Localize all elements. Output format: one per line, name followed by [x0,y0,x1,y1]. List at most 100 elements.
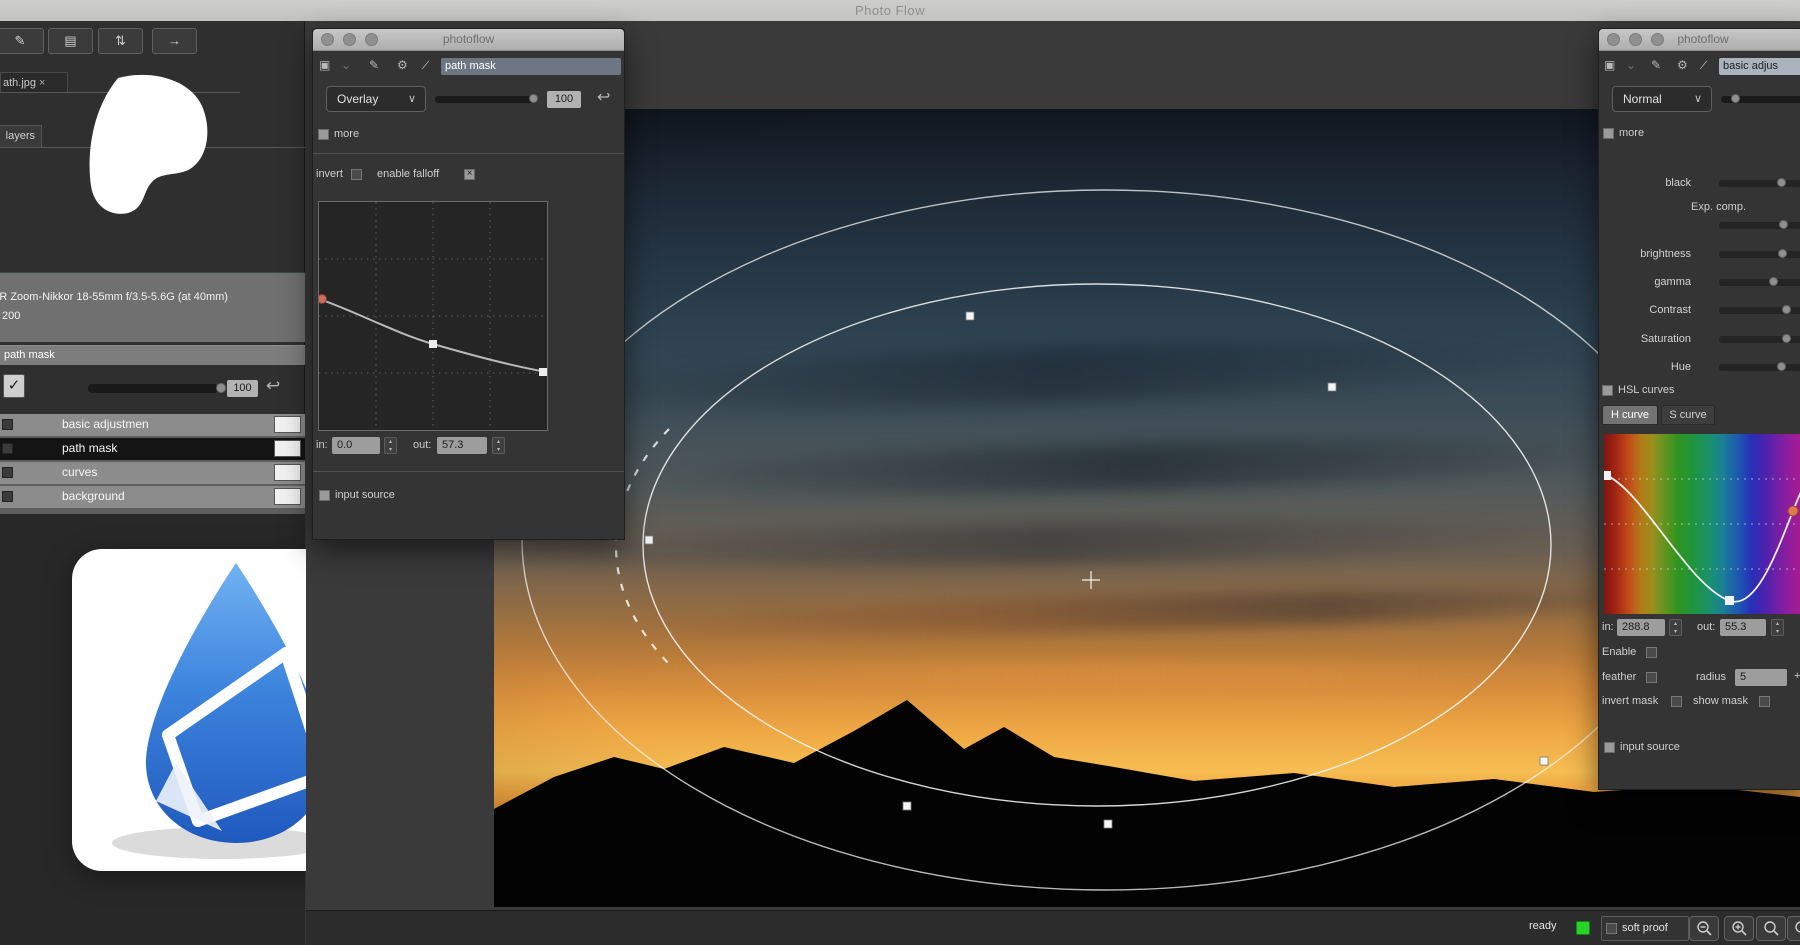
hue-curve-line[interactable] [1606,475,1800,602]
curve-point[interactable] [1725,596,1734,605]
layers-panel-tab[interactable]: layers [0,125,42,147]
history-icon[interactable]: ⌄ [1626,58,1636,72]
layer-visibility-icon[interactable] [2,443,13,454]
exp-comp-slider-handle[interactable] [1779,220,1788,229]
black-slider-handle[interactable] [1777,178,1786,187]
toolbar-export-button[interactable]: → [152,28,197,54]
mask-handle[interactable] [1328,383,1336,391]
toolbar-document-button[interactable]: ▤ [48,28,93,54]
soft-proof-checkbox[interactable] [1606,923,1617,934]
in-value-field[interactable]: 288.8 [1617,619,1665,636]
gamma-slider-handle[interactable] [1769,277,1778,286]
layer-box-icon[interactable]: ▣ [1604,58,1615,72]
spinner-up-icon[interactable]: ▴ [1776,621,1779,627]
tab-s-curve[interactable]: S curve [1661,405,1715,425]
curve-point[interactable] [539,368,547,376]
in-spinner[interactable]: ▴▾ [1669,619,1682,636]
edit-pencil-icon[interactable]: ✎ [369,58,379,72]
settings-gear-icon[interactable]: ⚙ [397,58,408,72]
zoom-out-button[interactable] [1689,916,1719,941]
radius-value-field[interactable]: 5 [1735,669,1787,686]
history-icon[interactable]: ⌄ [341,58,351,72]
undo-icon[interactable]: ↩ [597,87,610,107]
invert-checkbox[interactable] [351,169,362,180]
gamma-slider[interactable] [1719,279,1800,286]
saturation-slider-handle[interactable] [1782,334,1791,343]
blend-mode-dropdown[interactable]: Overlay ∨ [326,86,426,112]
out-value-field[interactable]: 57.3 [437,437,487,454]
spinner-down-icon[interactable]: ▾ [389,447,392,453]
layer-box-icon[interactable]: ▣ [319,58,330,72]
hue-slider-handle[interactable] [1777,362,1786,371]
saturation-slider[interactable] [1719,336,1800,343]
layer-row-curves[interactable]: curves [0,462,305,484]
more-checkbox[interactable] [1603,128,1614,139]
opacity-slider[interactable] [1721,96,1800,103]
mask-handle[interactable] [1540,757,1548,765]
hue-curve-editor[interactable] [1604,434,1800,614]
curve-point[interactable] [1604,471,1611,480]
radius-plus-button[interactable]: + [1794,670,1800,682]
mask-control-points[interactable] [645,312,1548,828]
layer-row-basic-adjustments[interactable]: basic adjustmen [0,414,305,436]
curve-point-selected[interactable] [1788,506,1798,516]
hue-slider[interactable] [1719,364,1800,371]
spinner-down-icon[interactable]: ▾ [1674,629,1677,635]
toolbar-reorder-button[interactable]: ⇅ [98,28,143,54]
enable-falloff-checkbox[interactable]: × [464,169,475,180]
curve-point-selected[interactable] [319,295,327,304]
in-value-field[interactable]: 0.0 [332,437,380,454]
spinner-down-icon[interactable]: ▾ [1776,629,1779,635]
inner-mask-ellipse[interactable] [643,284,1551,806]
zoom-in-button[interactable] [1724,916,1754,941]
out-spinner[interactable]: ▴▾ [1771,619,1784,636]
layer-name-field[interactable]: path mask [441,58,621,75]
curve-point[interactable] [429,340,437,348]
mask-center-crosshair[interactable] [1082,571,1100,589]
layer-visibility-icon[interactable] [2,419,13,430]
opacity-value[interactable]: 100 [547,91,581,108]
adjust-panel-titlebar[interactable]: photoflow [1599,29,1800,51]
feather-checkbox[interactable] [1646,672,1657,683]
layer-enabled-checkbox[interactable]: ✓ [3,374,25,398]
settings-gear-icon[interactable]: ⚙ [1677,58,1688,72]
zoom-100-button[interactable] [1787,916,1800,941]
out-value-field[interactable]: 55.3 [1720,619,1766,636]
blend-mode-dropdown[interactable]: Normal ∨ [1612,86,1712,112]
more-checkbox[interactable] [318,129,329,140]
invert-mask-checkbox[interactable] [1671,696,1682,707]
opacity-slider-handle[interactable] [1731,94,1740,103]
enable-checkbox[interactable] [1646,647,1657,658]
falloff-curve-editor[interactable] [318,201,548,431]
show-mask-checkbox[interactable] [1759,696,1770,707]
in-spinner[interactable]: ▴▾ [384,437,397,454]
layer-row-path-mask[interactable]: path mask [0,438,305,460]
brightness-slider[interactable] [1719,251,1800,258]
toolbar-edit-button[interactable]: ✎ [0,28,44,54]
contrast-slider[interactable] [1719,307,1800,314]
layer-opacity-slider[interactable] [88,384,218,393]
close-tab-icon[interactable]: × [39,77,45,89]
exp-comp-slider[interactable] [1719,222,1800,229]
input-source-checkbox[interactable] [319,490,330,501]
tab-h-curve[interactable]: H curve [1602,405,1658,425]
spinner-up-icon[interactable]: ▴ [497,439,500,445]
mask-handle[interactable] [966,312,974,320]
hsl-curves-checkbox[interactable] [1602,385,1613,396]
mask-handle[interactable] [1104,820,1112,828]
file-tab[interactable]: ath.jpg× [0,72,68,93]
spinner-up-icon[interactable]: ▴ [389,439,392,445]
mask-handle[interactable] [903,802,911,810]
opacity-slider-handle[interactable] [529,94,538,103]
edit-pencil-icon[interactable]: ✎ [1651,58,1661,72]
out-spinner[interactable]: ▴▾ [492,437,505,454]
layer-opacity-handle[interactable] [216,383,226,393]
layer-row-background[interactable]: background [0,486,305,508]
spinner-up-icon[interactable]: ▴ [1674,621,1677,627]
contrast-slider-handle[interactable] [1782,305,1791,314]
spinner-down-icon[interactable]: ▾ [497,447,500,453]
input-source-checkbox[interactable] [1604,742,1615,753]
zoom-fit-button[interactable] [1756,916,1786,941]
brightness-slider-handle[interactable] [1778,249,1787,258]
layer-name-field[interactable]: basic adjus [1719,58,1800,75]
